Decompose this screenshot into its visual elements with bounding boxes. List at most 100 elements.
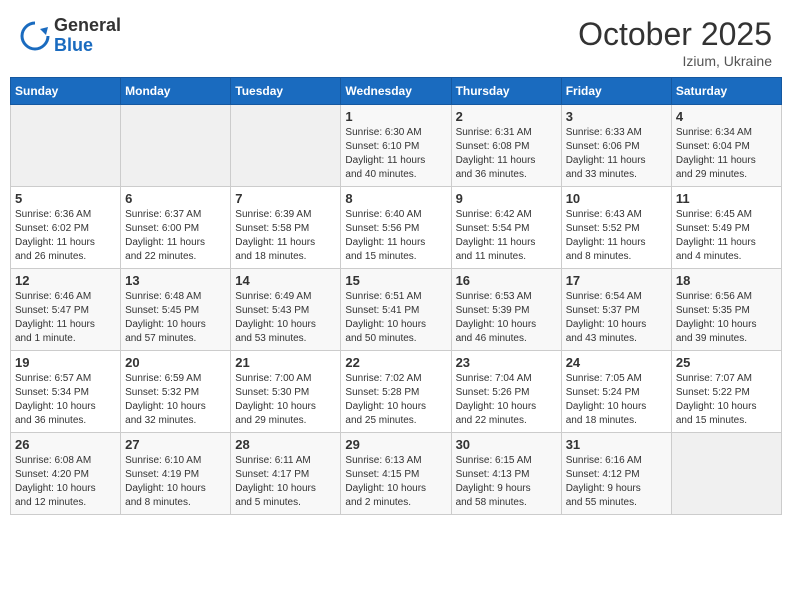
day-info: Sunrise: 6:34 AM Sunset: 6:04 PM Dayligh… (676, 126, 777, 182)
day-number: 16 (456, 273, 557, 288)
day-info: Sunrise: 6:43 AM Sunset: 5:52 PM Dayligh… (566, 208, 667, 264)
day-info: Sunrise: 7:04 AM Sunset: 5:26 PM Dayligh… (456, 372, 557, 428)
day-info: Sunrise: 7:02 AM Sunset: 5:28 PM Dayligh… (345, 372, 446, 428)
calendar-cell: 28 Sunrise: 6:11 AM Sunset: 4:17 PM Dayli… (231, 433, 341, 515)
day-info: Sunrise: 6:31 AM Sunset: 6:08 PM Dayligh… (456, 126, 557, 182)
calendar-cell: 25 Sunrise: 7:07 AM Sunset: 5:22 PM Dayli… (671, 351, 781, 433)
calendar-cell: 5 Sunrise: 6:36 AM Sunset: 6:02 PM Daylig… (11, 187, 121, 269)
calendar-cell: 1Sunrise: 6:30 AM Sunset: 6:10 PM Daylig… (341, 105, 451, 187)
day-info: Sunrise: 6:10 AM Sunset: 4:19 PM Dayligh… (125, 454, 226, 510)
day-info: Sunrise: 6:46 AM Sunset: 5:47 PM Dayligh… (15, 290, 116, 346)
day-info: Sunrise: 7:07 AM Sunset: 5:22 PM Dayligh… (676, 372, 777, 428)
weekday-header-monday: Monday (121, 78, 231, 105)
day-info: Sunrise: 6:53 AM Sunset: 5:39 PM Dayligh… (456, 290, 557, 346)
day-number: 28 (235, 437, 336, 452)
calendar-week-row: 1Sunrise: 6:30 AM Sunset: 6:10 PM Daylig… (11, 105, 782, 187)
calendar-cell: 7Sunrise: 6:39 AM Sunset: 5:58 PM Daylig… (231, 187, 341, 269)
day-number: 1 (345, 109, 446, 124)
day-number: 31 (566, 437, 667, 452)
calendar-cell: 11 Sunrise: 6:45 AM Sunset: 5:49 PM Dayli… (671, 187, 781, 269)
day-number: 3 (566, 109, 667, 124)
day-info: Sunrise: 6:16 AM Sunset: 4:12 PM Dayligh… (566, 454, 667, 510)
calendar-cell (121, 105, 231, 187)
calendar-cell: 27Sunrise: 6:10 AM Sunset: 4:19 PM Dayli… (121, 433, 231, 515)
calendar-cell: 13 Sunrise: 6:48 AM Sunset: 5:45 PM Dayli… (121, 269, 231, 351)
logo: General Blue (20, 16, 121, 56)
day-info: Sunrise: 6:48 AM Sunset: 5:45 PM Dayligh… (125, 290, 226, 346)
day-number: 2 (456, 109, 557, 124)
day-info: Sunrise: 6:40 AM Sunset: 5:56 PM Dayligh… (345, 208, 446, 264)
day-number: 24 (566, 355, 667, 370)
calendar-cell: 4 Sunrise: 6:34 AM Sunset: 6:04 PM Daylig… (671, 105, 781, 187)
title-section: October 2025 Izium, Ukraine (578, 16, 772, 69)
calendar-cell: 15 Sunrise: 6:51 AM Sunset: 5:41 PM Dayli… (341, 269, 451, 351)
calendar-cell: 18 Sunrise: 6:56 AM Sunset: 5:35 PM Dayli… (671, 269, 781, 351)
page-header: General Blue October 2025 Izium, Ukraine (10, 10, 782, 69)
day-info: Sunrise: 6:42 AM Sunset: 5:54 PM Dayligh… (456, 208, 557, 264)
weekday-header-friday: Friday (561, 78, 671, 105)
calendar-cell: 29Sunrise: 6:13 AM Sunset: 4:15 PM Dayli… (341, 433, 451, 515)
calendar-cell: 3 Sunrise: 6:33 AM Sunset: 6:06 PM Daylig… (561, 105, 671, 187)
month-title: October 2025 (578, 16, 772, 53)
calendar-week-row: 19 Sunrise: 6:57 AM Sunset: 5:34 PM Dayli… (11, 351, 782, 433)
calendar-cell: 31 Sunrise: 6:16 AM Sunset: 4:12 PM Dayli… (561, 433, 671, 515)
calendar-cell: 14 Sunrise: 6:49 AM Sunset: 5:43 PM Dayli… (231, 269, 341, 351)
calendar-week-row: 12 Sunrise: 6:46 AM Sunset: 5:47 PM Dayli… (11, 269, 782, 351)
day-number: 12 (15, 273, 116, 288)
day-info: Sunrise: 6:51 AM Sunset: 5:41 PM Dayligh… (345, 290, 446, 346)
day-info: Sunrise: 6:37 AM Sunset: 6:00 PM Dayligh… (125, 208, 226, 264)
calendar-cell: 16 Sunrise: 6:53 AM Sunset: 5:39 PM Dayli… (451, 269, 561, 351)
calendar-cell (231, 105, 341, 187)
calendar-table: SundayMondayTuesdayWednesdayThursdayFrid… (10, 77, 782, 515)
calendar-cell: 19 Sunrise: 6:57 AM Sunset: 5:34 PM Dayli… (11, 351, 121, 433)
calendar-week-row: 26Sunrise: 6:08 AM Sunset: 4:20 PM Dayli… (11, 433, 782, 515)
day-number: 8 (345, 191, 446, 206)
day-number: 15 (345, 273, 446, 288)
calendar-cell: 24Sunrise: 7:05 AM Sunset: 5:24 PM Dayli… (561, 351, 671, 433)
day-info: Sunrise: 6:33 AM Sunset: 6:06 PM Dayligh… (566, 126, 667, 182)
calendar-cell: 21 Sunrise: 7:00 AM Sunset: 5:30 PM Dayli… (231, 351, 341, 433)
weekday-header-saturday: Saturday (671, 78, 781, 105)
weekday-header-row: SundayMondayTuesdayWednesdayThursdayFrid… (11, 78, 782, 105)
day-info: Sunrise: 6:15 AM Sunset: 4:13 PM Dayligh… (456, 454, 557, 510)
calendar-cell (11, 105, 121, 187)
day-info: Sunrise: 6:56 AM Sunset: 5:35 PM Dayligh… (676, 290, 777, 346)
day-info: Sunrise: 7:00 AM Sunset: 5:30 PM Dayligh… (235, 372, 336, 428)
weekday-header-wednesday: Wednesday (341, 78, 451, 105)
day-info: Sunrise: 6:45 AM Sunset: 5:49 PM Dayligh… (676, 208, 777, 264)
day-number: 5 (15, 191, 116, 206)
day-number: 14 (235, 273, 336, 288)
day-info: Sunrise: 6:39 AM Sunset: 5:58 PM Dayligh… (235, 208, 336, 264)
calendar-cell: 30 Sunrise: 6:15 AM Sunset: 4:13 PM Dayli… (451, 433, 561, 515)
day-number: 25 (676, 355, 777, 370)
calendar-cell: 10 Sunrise: 6:43 AM Sunset: 5:52 PM Dayli… (561, 187, 671, 269)
day-info: Sunrise: 6:08 AM Sunset: 4:20 PM Dayligh… (15, 454, 116, 510)
day-number: 13 (125, 273, 226, 288)
day-number: 21 (235, 355, 336, 370)
day-info: Sunrise: 6:57 AM Sunset: 5:34 PM Dayligh… (15, 372, 116, 428)
calendar-week-row: 5 Sunrise: 6:36 AM Sunset: 6:02 PM Daylig… (11, 187, 782, 269)
day-info: Sunrise: 6:36 AM Sunset: 6:02 PM Dayligh… (15, 208, 116, 264)
calendar-cell: 6 Sunrise: 6:37 AM Sunset: 6:00 PM Daylig… (121, 187, 231, 269)
calendar-cell: 23Sunrise: 7:04 AM Sunset: 5:26 PM Dayli… (451, 351, 561, 433)
calendar-cell: 22Sunrise: 7:02 AM Sunset: 5:28 PM Dayli… (341, 351, 451, 433)
calendar-cell: 9 Sunrise: 6:42 AM Sunset: 5:54 PM Daylig… (451, 187, 561, 269)
day-info: Sunrise: 6:54 AM Sunset: 5:37 PM Dayligh… (566, 290, 667, 346)
day-number: 6 (125, 191, 226, 206)
day-number: 18 (676, 273, 777, 288)
day-number: 11 (676, 191, 777, 206)
day-info: Sunrise: 6:11 AM Sunset: 4:17 PM Dayligh… (235, 454, 336, 510)
logo-general: General (54, 16, 121, 36)
day-number: 10 (566, 191, 667, 206)
calendar-cell: 17Sunrise: 6:54 AM Sunset: 5:37 PM Dayli… (561, 269, 671, 351)
day-info: Sunrise: 6:13 AM Sunset: 4:15 PM Dayligh… (345, 454, 446, 510)
day-number: 9 (456, 191, 557, 206)
day-info: Sunrise: 6:49 AM Sunset: 5:43 PM Dayligh… (235, 290, 336, 346)
logo-text: General Blue (54, 16, 121, 56)
day-number: 19 (15, 355, 116, 370)
weekday-header-tuesday: Tuesday (231, 78, 341, 105)
day-info: Sunrise: 6:59 AM Sunset: 5:32 PM Dayligh… (125, 372, 226, 428)
calendar-cell: 2 Sunrise: 6:31 AM Sunset: 6:08 PM Daylig… (451, 105, 561, 187)
day-number: 30 (456, 437, 557, 452)
day-number: 4 (676, 109, 777, 124)
